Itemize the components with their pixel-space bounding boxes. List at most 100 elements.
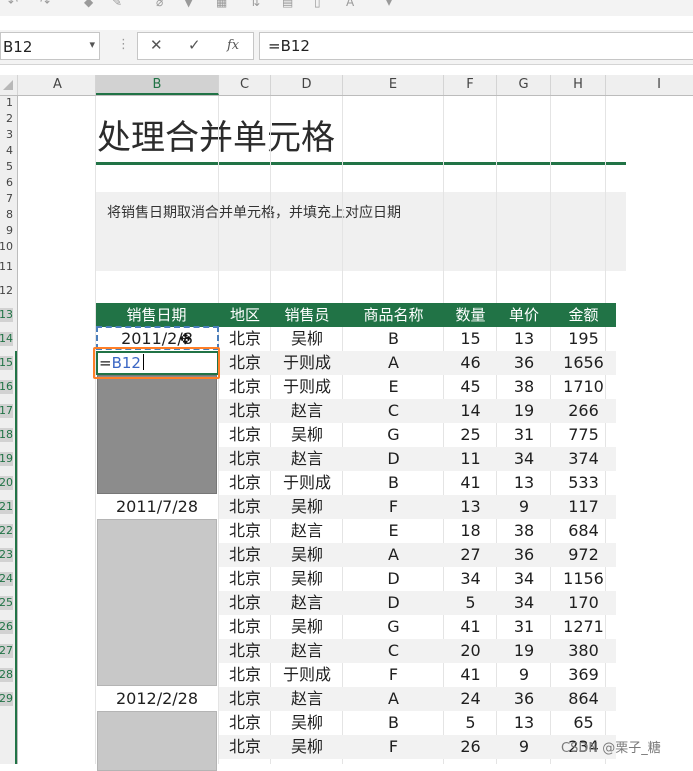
sort-icon[interactable]: ⇅: [250, 0, 260, 9]
blank-doc-icon[interactable]: ▯: [314, 0, 321, 9]
undo-icon[interactable]: ↶: [8, 0, 18, 9]
table-cell[interactable]: G: [343, 615, 444, 639]
table-cell[interactable]: 吴柳: [271, 711, 343, 735]
redo-icon[interactable]: ↷: [40, 0, 50, 9]
table-cell[interactable]: E: [343, 519, 444, 543]
table-cell[interactable]: 24: [444, 687, 497, 711]
eraser-icon[interactable]: ◆: [84, 0, 93, 9]
table-cell[interactable]: 北京: [219, 519, 271, 543]
table-cell[interactable]: F: [343, 663, 444, 687]
row-header-13[interactable]: 13: [0, 307, 13, 322]
pen-icon[interactable]: ✎: [112, 0, 122, 9]
column-header-a[interactable]: A: [20, 75, 96, 95]
table-header-cell[interactable]: 销售日期: [96, 303, 217, 327]
table-cell[interactable]: E: [343, 375, 444, 399]
table-cell[interactable]: B: [343, 327, 444, 351]
table-cell[interactable]: 775: [551, 423, 616, 447]
table-cell[interactable]: 34: [497, 567, 551, 591]
table-cell[interactable]: 533: [551, 471, 616, 495]
table-cell[interactable]: 赵言: [271, 399, 343, 423]
table-cell[interactable]: B: [343, 471, 444, 495]
row-header-26[interactable]: 26: [0, 619, 13, 634]
table-cell[interactable]: 赵言: [271, 519, 343, 543]
row-header-22[interactable]: 22: [0, 523, 13, 538]
table-cell[interactable]: D: [343, 567, 444, 591]
table-cell[interactable]: 9: [497, 663, 551, 687]
row-header-28[interactable]: 28: [0, 667, 13, 682]
formula-input[interactable]: =B12: [259, 32, 693, 60]
table-cell[interactable]: 266: [551, 399, 616, 423]
table-cell[interactable]: 14: [444, 399, 497, 423]
enter-icon[interactable]: ✓: [188, 36, 201, 54]
table-cell[interactable]: 31: [497, 423, 551, 447]
table-cell[interactable]: 赵言: [271, 447, 343, 471]
table-cell[interactable]: 北京: [219, 471, 271, 495]
row-header-19[interactable]: 19: [0, 451, 13, 466]
row-header-17[interactable]: 17: [0, 403, 13, 418]
table-cell[interactable]: 5: [444, 591, 497, 615]
table-cell[interactable]: 吴柳: [271, 327, 343, 351]
select-all-button[interactable]: [0, 75, 18, 95]
table-header-cell[interactable]: 销售员: [271, 303, 343, 327]
table-cell[interactable]: 于则成: [271, 351, 343, 375]
table-cell[interactable]: 36: [497, 543, 551, 567]
table-cell[interactable]: 41: [444, 471, 497, 495]
table-cell[interactable]: 13: [497, 711, 551, 735]
table-cell[interactable]: 吴柳: [271, 495, 343, 519]
table-cell[interactable]: 北京: [219, 711, 271, 735]
table-cell[interactable]: 25: [444, 423, 497, 447]
table-cell[interactable]: 26: [444, 735, 497, 759]
table-cell[interactable]: A: [343, 351, 444, 375]
table-cell[interactable]: 34: [497, 591, 551, 615]
column-header-h[interactable]: H: [551, 75, 606, 95]
table-cell[interactable]: 赵言: [271, 591, 343, 615]
table-cell[interactable]: 1656: [551, 351, 616, 375]
table-cell[interactable]: 20: [444, 639, 497, 663]
clear-format-icon[interactable]: ⌀: [156, 0, 163, 9]
table-cell[interactable]: B: [343, 711, 444, 735]
filter-icon[interactable]: ▼: [184, 0, 193, 9]
row-header-2[interactable]: 2: [0, 112, 13, 126]
table-cell[interactable]: 31: [497, 615, 551, 639]
table-cell[interactable]: 13: [497, 471, 551, 495]
table-cell[interactable]: 34: [444, 567, 497, 591]
column-header-f[interactable]: F: [444, 75, 497, 95]
row-header-12[interactable]: 12: [0, 284, 13, 298]
table-cell[interactable]: 15: [444, 327, 497, 351]
row-header-20[interactable]: 20: [0, 475, 13, 490]
row-header-7[interactable]: 7: [0, 192, 13, 206]
table-cell[interactable]: 北京: [219, 399, 271, 423]
row-header-9[interactable]: 9: [0, 224, 13, 238]
merged-cell[interactable]: [97, 711, 217, 771]
table-cell[interactable]: 赵言: [271, 687, 343, 711]
row-header-8[interactable]: 8: [0, 208, 13, 222]
fx-icon[interactable]: fx: [227, 38, 239, 53]
table-cell[interactable]: 北京: [219, 615, 271, 639]
column-header-g[interactable]: G: [497, 75, 551, 95]
table-cell[interactable]: 27: [444, 543, 497, 567]
row-header-25[interactable]: 25: [0, 595, 13, 610]
column-header-d[interactable]: D: [271, 75, 343, 95]
table-cell[interactable]: G: [343, 423, 444, 447]
table-cell[interactable]: A: [343, 543, 444, 567]
table-cell[interactable]: 北京: [219, 591, 271, 615]
table-cell[interactable]: 19: [497, 639, 551, 663]
table-cell[interactable]: 1271: [551, 615, 616, 639]
row-header-4[interactable]: 4: [0, 144, 13, 158]
merged-cell-selected[interactable]: [97, 375, 217, 494]
table-cell[interactable]: 684: [551, 519, 616, 543]
table-cell[interactable]: 1710: [551, 375, 616, 399]
table-cell[interactable]: 北京: [219, 495, 271, 519]
table-cell[interactable]: C: [343, 639, 444, 663]
table-cell[interactable]: 117: [551, 495, 616, 519]
table-cell[interactable]: 北京: [219, 423, 271, 447]
table-cell[interactable]: 吴柳: [271, 567, 343, 591]
row-header-21[interactable]: 21: [0, 499, 13, 514]
row-header-6[interactable]: 6: [0, 176, 13, 190]
table-cell[interactable]: 北京: [219, 327, 271, 351]
table-header-cell[interactable]: 地区: [219, 303, 271, 327]
row-header-18[interactable]: 18: [0, 427, 13, 442]
table-cell[interactable]: 北京: [219, 639, 271, 663]
row-header-24[interactable]: 24: [0, 571, 13, 586]
more-icon[interactable]: ▾: [386, 0, 392, 9]
